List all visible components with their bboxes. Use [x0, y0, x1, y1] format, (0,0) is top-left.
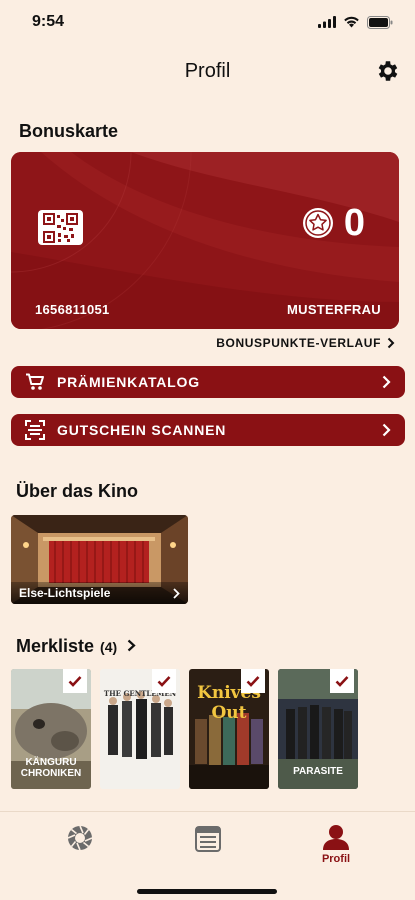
checkmark-icon: [335, 676, 349, 687]
watchlist-poster[interactable]: KÄNGURU CHRONIKEN: [11, 669, 91, 789]
chevron-right-icon: [382, 375, 391, 389]
scan-icon: [25, 420, 45, 440]
card-number: 1656811051: [35, 302, 110, 317]
qr-code-icon[interactable]: [38, 210, 83, 245]
cart-icon: [26, 373, 44, 390]
status-bar: 9:54: [0, 0, 415, 44]
chevron-right-icon: [127, 639, 136, 652]
watchlist-header[interactable]: Merkliste (4): [16, 636, 136, 657]
profile-content: Bonuskarte 0 1656811051 MUSTERFRAU BONUS…: [0, 94, 415, 811]
scan-voucher-label: GUTSCHEIN SCANNEN: [57, 422, 227, 438]
watchlist-bookmark[interactable]: [330, 669, 354, 693]
battery-icon: [367, 15, 393, 29]
tab-profile-label: Profil: [321, 853, 351, 865]
checkmark-icon: [68, 676, 82, 687]
page-title: Profil: [184, 59, 231, 82]
poster-title: PARASITE: [293, 766, 343, 777]
chevron-right-icon: [173, 587, 180, 599]
watchlist-bookmark[interactable]: [63, 669, 87, 693]
cinema-name: Else-Lichtspiele: [19, 586, 111, 600]
scan-voucher-button[interactable]: GUTSCHEIN SCANNEN: [11, 414, 405, 446]
reward-catalog-button[interactable]: PRÄMIENKATALOG: [11, 366, 405, 398]
bonus-section-title: Bonuskarte: [19, 121, 119, 141]
watchlist-bookmark[interactable]: [241, 669, 265, 693]
person-icon: [323, 825, 349, 850]
watchlist-poster[interactable]: PARASITE: [278, 669, 358, 789]
poster-title: KÄNGURU CHRONIKEN: [20, 757, 82, 779]
tab-profile[interactable]: Profil: [306, 824, 366, 874]
reward-catalog-label: PRÄMIENKATALOG: [57, 374, 200, 390]
checkmark-icon: [157, 676, 171, 687]
checkmark-icon: [246, 676, 260, 687]
tab-program[interactable]: [178, 824, 238, 874]
bonus-history-link[interactable]: BONUSPUNKTE-VERLAUF: [216, 336, 395, 350]
watchlist-poster[interactable]: Knives Out: [189, 669, 269, 789]
watchlist-bookmark[interactable]: [152, 669, 176, 693]
wifi-icon: [344, 16, 359, 28]
home-indicator: [137, 889, 277, 894]
status-time: 9:54: [32, 13, 65, 30]
chevron-right-icon: [382, 423, 391, 437]
chevron-right-icon: [387, 337, 395, 349]
bonus-history-label: BONUSPUNKTE-VERLAUF: [216, 336, 381, 350]
gear-icon[interactable]: [375, 58, 401, 84]
star-badge-icon: [302, 208, 333, 238]
tab-bar: Profil: [0, 811, 415, 900]
cinema-section-title: Über das Kino: [16, 481, 139, 501]
header: Profil: [0, 48, 415, 94]
bonus-card[interactable]: 0 1656811051 MUSTERFRAU: [11, 152, 399, 329]
tab-home[interactable]: [50, 824, 110, 874]
status-icons: [318, 15, 393, 29]
watchlist-poster[interactable]: THE GENTLEMEN: [100, 669, 180, 789]
bonus-points: 0: [302, 204, 365, 242]
signal-icon: [318, 16, 336, 28]
aperture-icon: [67, 825, 93, 851]
points-value: 0: [343, 202, 365, 244]
watchlist-count: (4): [100, 639, 118, 655]
watchlist-title: Merkliste: [16, 636, 95, 656]
calendar-list-icon: [195, 826, 221, 852]
cinema-tile[interactable]: Else-Lichtspiele: [11, 515, 188, 604]
cinema-caption: Else-Lichtspiele: [11, 582, 188, 604]
card-holder-name: MUSTERFRAU: [287, 302, 381, 317]
